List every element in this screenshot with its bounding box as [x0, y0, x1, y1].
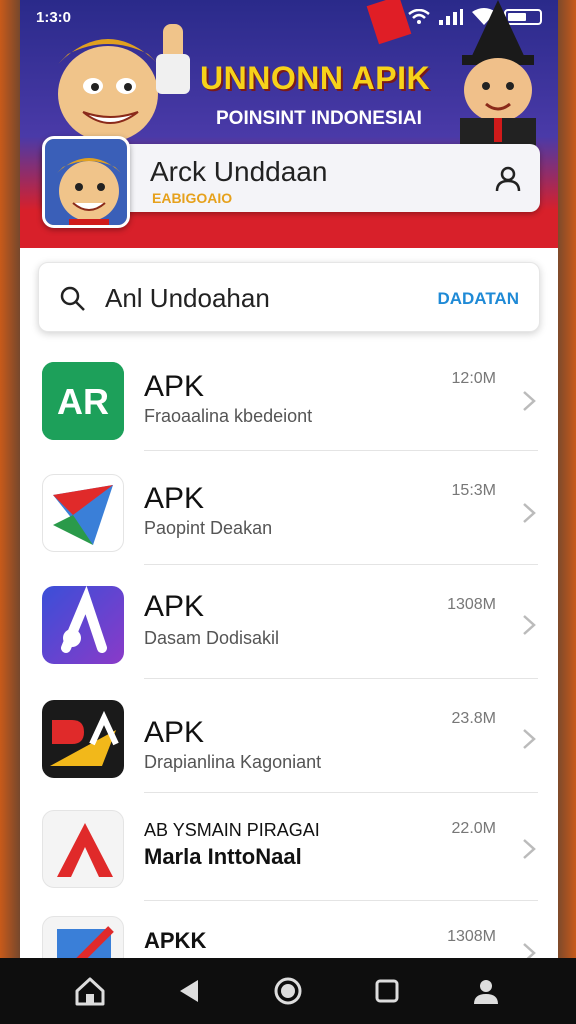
divider — [144, 450, 538, 451]
svg-text:AR: AR — [57, 381, 109, 422]
mascot-right-illustration — [460, 0, 536, 150]
list-item[interactable]: APK Drapianlina Kagoniant 23.8M — [20, 680, 558, 790]
item-size: 23.8M — [451, 710, 496, 727]
chevron-right-icon — [523, 615, 536, 635]
item-subtitle: Paopint Deakan — [144, 518, 273, 538]
user-icon[interactable] — [494, 164, 522, 192]
item-size: 22.0M — [451, 820, 496, 837]
item-subtitle: Fraoaalina kbedeiont — [144, 406, 313, 426]
item-title: APK — [144, 590, 205, 623]
list-item[interactable]: APK Paopint Deakan 15:3M — [20, 452, 558, 562]
app-icon — [42, 700, 124, 778]
divider — [144, 564, 538, 565]
featured-app-icon — [42, 136, 130, 228]
app-icon: AR — [42, 362, 124, 440]
phone-screen: 1:3:0 UNNONN APIK POINSINT INDONESIAI Ar… — [20, 0, 558, 1024]
item-size: 12:0M — [451, 370, 496, 387]
recents-icon[interactable] — [369, 973, 405, 1009]
item-subtitle: Marla InttoNaal — [144, 844, 302, 869]
item-title: APKK — [144, 928, 207, 953]
divider — [144, 792, 538, 793]
item-title: APK — [144, 716, 205, 749]
navigation-bar — [0, 958, 576, 1024]
list-item[interactable]: AB YSMAIN PIRAGAI Marla InttoNaal 22.0M — [20, 794, 558, 904]
item-title: APK — [144, 370, 205, 403]
device-frame: 1:3:0 UNNONN APIK POINSINT INDONESIAI Ar… — [0, 0, 576, 1024]
list-item[interactable]: AR APK Fraoaalina kbedeiont 12:0M — [20, 340, 558, 450]
list-item[interactable]: APK Dasam Dodisakil 1308M — [20, 566, 558, 676]
banner-title: UNNONN APIK — [200, 60, 431, 96]
featured-app-subtitle: EABIGOAIO — [152, 190, 233, 206]
item-size: 15:3M — [451, 482, 496, 499]
circle-home-icon[interactable] — [270, 973, 306, 1009]
item-size: 1308M — [447, 596, 496, 613]
app-icon — [42, 586, 124, 664]
featured-app-title: Arck Unddaan — [150, 156, 328, 187]
user-icon[interactable] — [468, 973, 504, 1009]
chevron-right-icon — [523, 503, 536, 523]
item-title: APK — [144, 482, 205, 515]
wifi-icon — [408, 9, 430, 24]
banner-subtitle: POINSINT INDONESIAI — [216, 108, 422, 129]
chevron-right-icon — [523, 839, 536, 859]
app-icon — [42, 474, 124, 552]
search-icon[interactable] — [59, 285, 87, 313]
search-bar[interactable]: Anl Undoahan DADATAN — [38, 262, 540, 332]
chevron-right-icon — [523, 729, 536, 749]
divider — [144, 900, 538, 901]
back-icon[interactable] — [171, 973, 207, 1009]
app-icon — [42, 810, 124, 888]
item-subtitle: Dasam Dodisakil — [144, 628, 280, 648]
item-size: 1308M — [447, 928, 496, 945]
divider — [144, 678, 538, 679]
search-action-button[interactable]: DADATAN — [437, 289, 519, 309]
item-subtitle: Drapianlina Kagoniant — [144, 752, 322, 772]
promo-banner[interactable]: 1:3:0 UNNONN APIK POINSINT INDONESIAI Ar… — [20, 0, 558, 248]
mascot-left-illustration — [58, 24, 190, 142]
home-icon[interactable] — [72, 973, 108, 1009]
chevron-right-icon — [523, 391, 536, 411]
search-input[interactable]: Anl Undoahan — [105, 283, 270, 314]
item-title: AB YSMAIN PIRAGAI — [144, 820, 320, 840]
